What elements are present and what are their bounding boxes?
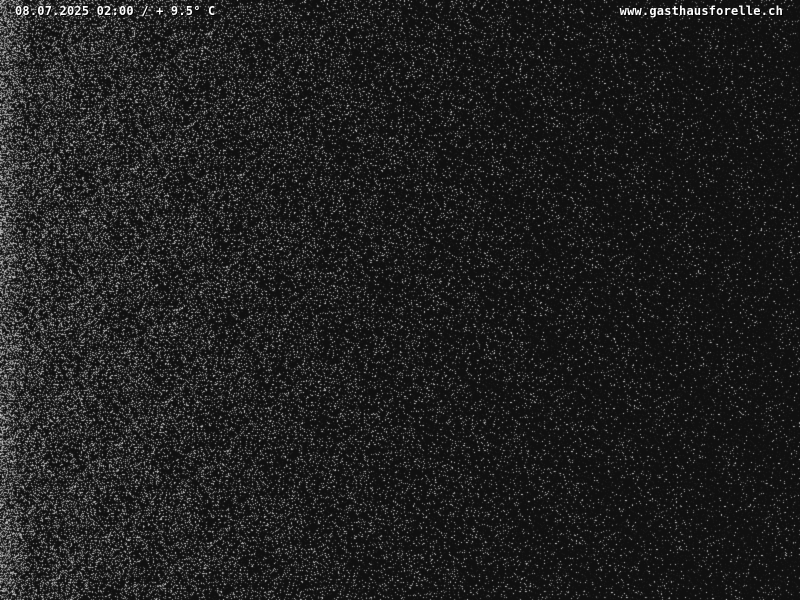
night-sky-noise-image	[0, 0, 800, 600]
website-watermark: www.gasthausforelle.ch	[619, 4, 783, 18]
timestamp-temperature-label: 08.07.2025 02:00 / + 9.5° C	[15, 4, 216, 18]
webcam-frame: 08.07.2025 02:00 / + 9.5° C www.gasthaus…	[0, 0, 800, 600]
